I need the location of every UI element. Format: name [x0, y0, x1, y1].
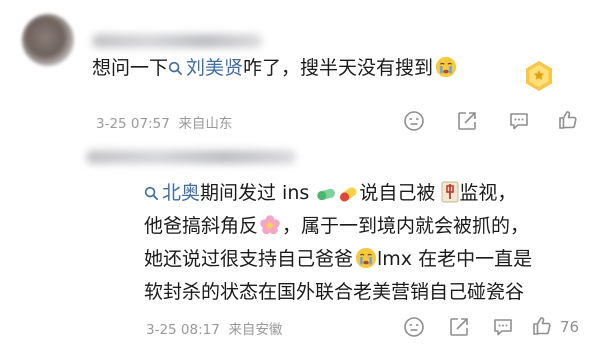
- red-pill-icon: [340, 187, 357, 202]
- thumbs-up-icon[interactable]: [531, 315, 553, 337]
- topic-link-2[interactable]: 北奥: [144, 182, 200, 204]
- comment-icon[interactable]: [403, 110, 425, 132]
- comment-2-line-2: 他爸搞斜角反 ，属于一到境内就会被抓的，: [144, 215, 530, 237]
- crying-emoji-icon: [355, 247, 377, 269]
- username-blurred: [92, 34, 262, 48]
- comment-1-meta: 3-25 07:57 来自山东: [96, 116, 233, 132]
- flower-icon: [260, 215, 280, 235]
- like-count: 76: [560, 318, 580, 336]
- comment-icon[interactable]: [403, 316, 425, 338]
- search-icon: [168, 61, 182, 75]
- comment-2-line-1: 北奥期间发过 ins 说自己被 监视，: [144, 180, 516, 206]
- gold-badge-icon[interactable]: [524, 60, 554, 92]
- message-icon[interactable]: [492, 316, 514, 338]
- comment-2-meta: 3-25 08:17 来自安徽: [146, 322, 283, 338]
- comment-2-line-3: 她还说过很支持自己爸爸 lmx 在老中一直是: [144, 247, 533, 270]
- green-pill-icon: [317, 188, 336, 201]
- comment-1-text: 想问一下 刘美贤咋了，搜半天没有搜到: [92, 55, 457, 81]
- message-icon[interactable]: [508, 110, 530, 132]
- crying-emoji-icon: [435, 56, 457, 78]
- share-icon[interactable]: [448, 316, 470, 338]
- comment-2-line-4: 软封杀的状态在国外联合老美营销自己碰瓷谷: [144, 281, 525, 303]
- search-icon: [144, 186, 158, 200]
- thumbs-up-icon[interactable]: [557, 109, 579, 131]
- share-icon[interactable]: [456, 110, 478, 132]
- mahjong-tile-icon: [441, 181, 459, 203]
- avatar[interactable]: [22, 14, 74, 66]
- username-blurred-2: [86, 150, 296, 164]
- topic-link[interactable]: 刘美贤: [168, 57, 243, 79]
